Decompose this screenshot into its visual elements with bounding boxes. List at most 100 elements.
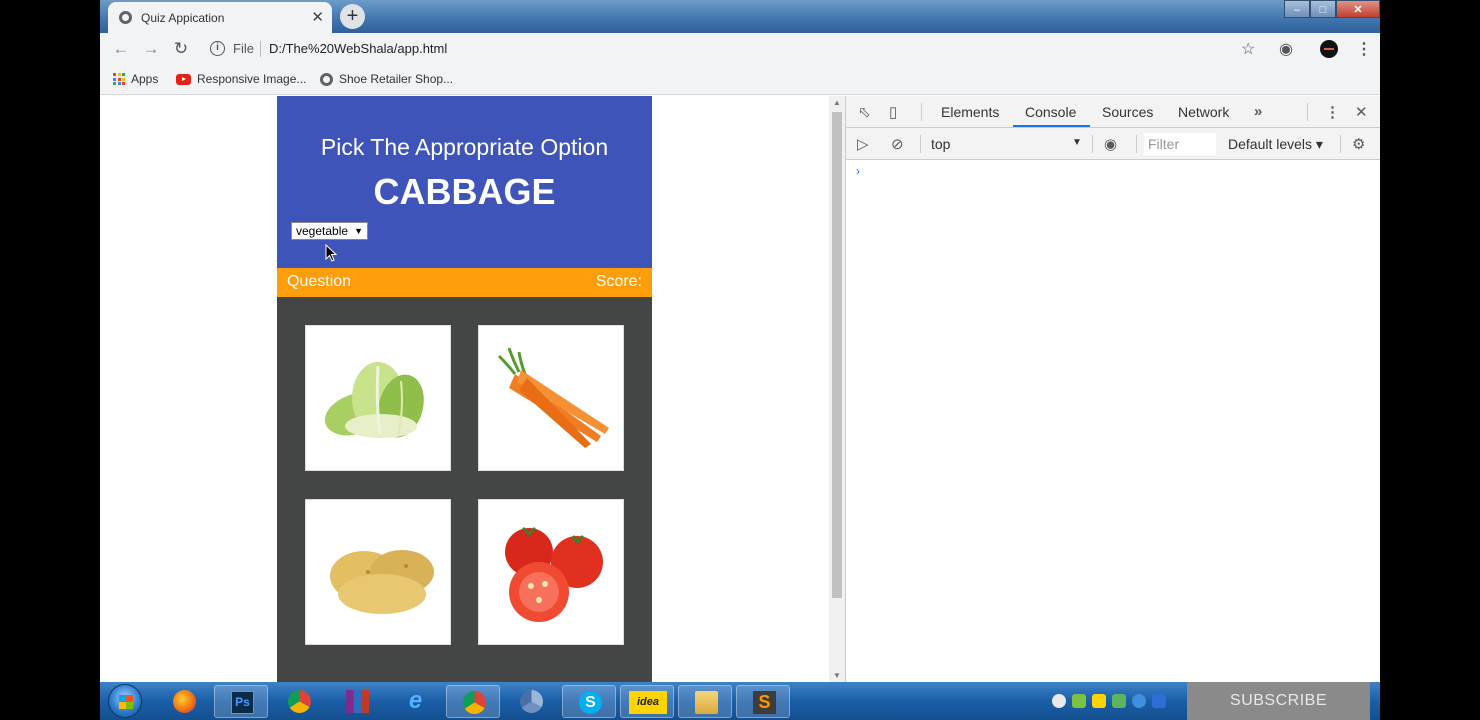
devtools-panel: ⬁ ▯ Elements Console Sources Network » ⋮… xyxy=(845,96,1380,682)
close-window-button[interactable]: ✕ xyxy=(1336,0,1380,18)
back-arrow-icon[interactable]: ← xyxy=(110,38,132,60)
file-scheme-label: File xyxy=(233,41,254,56)
photoshop-icon: Ps xyxy=(231,691,254,714)
taskbar-chrome[interactable] xyxy=(272,685,326,718)
page-scrollbar[interactable]: ▲ ▼ xyxy=(829,96,845,682)
menu-kebab-icon[interactable]: ⋮ xyxy=(1356,39,1372,59)
info-icon[interactable]: i xyxy=(210,41,225,56)
log-levels-label: Default levels xyxy=(1228,136,1313,152)
option-card-carrot[interactable] xyxy=(478,325,624,471)
taskbar-skype[interactable]: S xyxy=(562,685,616,718)
taskbar-internet-explorer[interactable]: e xyxy=(388,685,442,718)
youtube-icon xyxy=(176,73,191,85)
window-controls: – □ ✕ xyxy=(1284,0,1380,18)
taskbar-firefox[interactable] xyxy=(157,685,211,718)
taskbar-chrome-active[interactable] xyxy=(446,685,500,718)
taskbar-file-explorer[interactable] xyxy=(678,685,732,718)
address-bar[interactable]: i File D:/The%20WebShala/app.html xyxy=(202,37,1262,61)
more-tabs-chevron-icon[interactable]: » xyxy=(1254,103,1262,120)
start-button[interactable] xyxy=(108,684,142,718)
taskbar-winrar[interactable] xyxy=(330,685,384,718)
tab-sources[interactable]: Sources xyxy=(1102,104,1153,120)
taskbar-sublime[interactable]: S xyxy=(736,685,790,718)
console-toolbar: ▷ ⊘ top ▼ ◉ Filter Default levels ▾ ⚙ xyxy=(846,128,1380,160)
option-card-potato[interactable] xyxy=(305,499,451,645)
chrome-secondary-icon xyxy=(520,690,543,713)
device-toolbar-icon[interactable]: ▯ xyxy=(889,103,897,121)
question-label: Question xyxy=(287,273,352,290)
tray-bluetooth-icon[interactable] xyxy=(1152,694,1166,708)
bookmark-shoe-retailer[interactable]: Shoe Retailer Shop... xyxy=(320,72,453,86)
globe-icon xyxy=(320,72,333,86)
tab-network[interactable]: Network xyxy=(1178,104,1229,120)
tray-idea-icon[interactable] xyxy=(1092,694,1106,708)
system-tray xyxy=(1052,694,1166,708)
tab-title: Quiz Appication xyxy=(141,11,225,25)
console-prompt[interactable]: › xyxy=(856,164,860,178)
star-bookmark-icon[interactable]: ☆ xyxy=(1241,39,1255,59)
camera-icon[interactable]: ◉ xyxy=(1279,39,1293,59)
category-select[interactable]: vegetable ▼ xyxy=(291,222,368,240)
clear-console-icon[interactable]: ⊘ xyxy=(891,135,904,153)
page-viewport: Pick The Appropriate Option CABBAGE vege… xyxy=(100,96,845,682)
sublime-text-icon: S xyxy=(753,691,776,714)
divider xyxy=(260,41,261,57)
tab-console[interactable]: Console xyxy=(1025,104,1076,120)
potato-image xyxy=(330,550,434,614)
taskbar-photoshop[interactable]: Ps xyxy=(214,685,268,718)
option-card-tomato[interactable] xyxy=(478,499,624,645)
context-selector[interactable]: top xyxy=(931,136,950,152)
reload-icon[interactable]: ↻ xyxy=(170,38,192,60)
console-filter-input[interactable]: Filter xyxy=(1144,133,1216,155)
bookmarks-bar: Apps Responsive Image... Shoe Retailer S… xyxy=(100,65,1380,95)
tray-sync-icon[interactable] xyxy=(1132,694,1146,708)
tomato-image xyxy=(505,526,603,622)
show-sidebar-icon[interactable]: ▷ xyxy=(857,135,869,153)
divider xyxy=(1136,135,1137,153)
bookmark-label: Responsive Image... xyxy=(197,72,307,86)
browser-toolbar: ← → ↻ i File D:/The%20WebShala/app.html … xyxy=(100,33,1380,65)
quiz-app: Pick The Appropriate Option CABBAGE vege… xyxy=(277,96,652,682)
devtools-menu-kebab-icon[interactable]: ⋮ xyxy=(1325,103,1340,121)
carrot-image xyxy=(497,347,609,448)
scroll-up-arrow-icon[interactable]: ▲ xyxy=(833,98,841,107)
subscribe-button[interactable]: SUBSCRIBE xyxy=(1187,682,1370,720)
maximize-button[interactable]: □ xyxy=(1310,0,1336,18)
divider xyxy=(1340,135,1341,153)
scrollbar-thumb[interactable] xyxy=(832,112,842,598)
scroll-down-arrow-icon[interactable]: ▼ xyxy=(833,671,841,680)
bookmark-responsive-image[interactable]: Responsive Image... xyxy=(176,72,306,86)
tray-app-icon[interactable] xyxy=(1052,694,1066,708)
tab-elements[interactable]: Elements xyxy=(941,104,999,120)
score-label: Score: xyxy=(595,273,642,290)
taskbar-chrome-canary[interactable] xyxy=(504,685,558,718)
new-tab-button[interactable]: + xyxy=(340,4,365,29)
taskbar-idea[interactable]: idea xyxy=(620,685,674,718)
eye-icon[interactable]: ◉ xyxy=(1104,135,1117,153)
inspect-element-icon[interactable]: ⬁ xyxy=(858,103,871,121)
divider xyxy=(1307,103,1308,121)
divider xyxy=(1092,135,1093,153)
profile-avatar[interactable] xyxy=(1320,40,1338,58)
dropdown-arrow-icon[interactable]: ▼ xyxy=(1072,137,1082,148)
url-text[interactable]: D:/The%20WebShala/app.html xyxy=(269,41,447,56)
log-levels-dropdown[interactable]: Default levels ▾ xyxy=(1228,136,1323,153)
tab-quiz-application[interactable]: Quiz Appication ✕ xyxy=(108,2,332,33)
chrome-icon xyxy=(288,690,311,713)
tray-security-icon[interactable] xyxy=(1112,694,1126,708)
option-card-cabbage[interactable] xyxy=(305,325,451,471)
active-tab-indicator xyxy=(1013,125,1090,127)
tray-network-icon[interactable] xyxy=(1072,694,1086,708)
close-tab-icon[interactable]: ✕ xyxy=(311,8,324,26)
gear-icon[interactable]: ⚙ xyxy=(1352,135,1365,153)
minimize-button[interactable]: – xyxy=(1284,0,1310,18)
devtools-tab-bar: ⬁ ▯ Elements Console Sources Network » ⋮… xyxy=(846,96,1380,128)
tab-strip: Quiz Appication ✕ + – □ ✕ xyxy=(100,0,1380,33)
close-devtools-icon[interactable]: ✕ xyxy=(1355,103,1368,121)
category-selected-value: vegetable xyxy=(296,224,349,238)
quiz-word: CABBAGE xyxy=(373,171,556,212)
cabbage-image xyxy=(324,362,424,438)
forward-arrow-icon[interactable]: → xyxy=(140,38,162,60)
bookmark-apps[interactable]: Apps xyxy=(113,72,158,86)
bookmark-label: Apps xyxy=(131,72,159,86)
